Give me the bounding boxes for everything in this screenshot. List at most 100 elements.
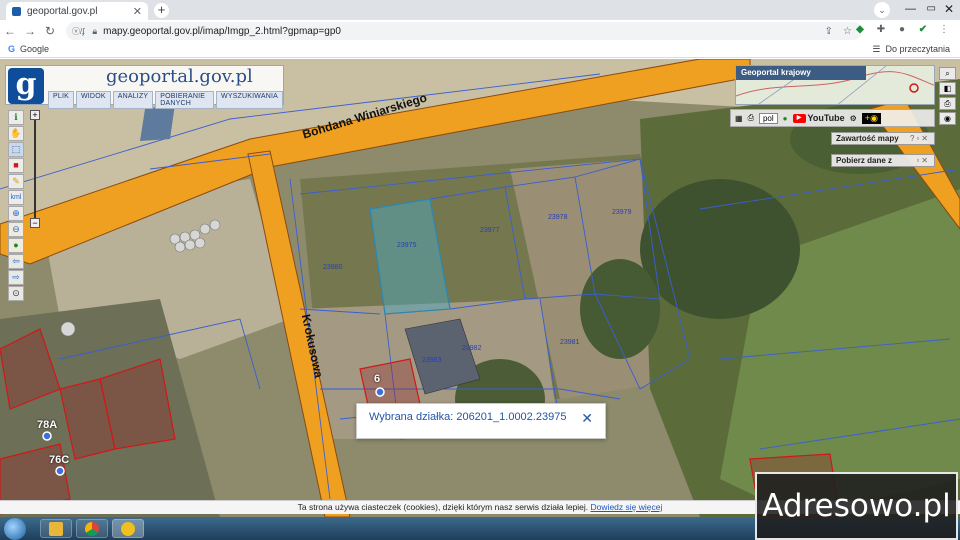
back-arrow-icon[interactable]: ← <box>0 24 20 38</box>
parcel-number: 23977 <box>480 227 500 234</box>
youtube-label: YouTube <box>807 113 845 123</box>
forward-arrow-icon[interactable]: → <box>20 24 40 38</box>
aerial-map-layer[interactable] <box>0 59 960 517</box>
parcel-number: 23982 <box>462 345 482 352</box>
extension-icons: ◆ ✚ ● ✔ ⋮ <box>854 24 950 35</box>
zoom-in-tool-icon[interactable]: ⊕ <box>8 206 24 221</box>
zoom-out-button[interactable]: − <box>30 218 40 228</box>
overview-map[interactable]: Geoportal krajowy <box>735 65 935 105</box>
browser-toolbar: ← → ↻ ⓥ/ʄ 🔒︎ mapy.geoportal.gov.pl/imap/… <box>0 20 960 42</box>
menu-item-download[interactable]: POBIERANIE DANYCH <box>155 91 215 109</box>
menu-item-analysis[interactable]: ANALIZY <box>112 91 154 109</box>
draw-tool-icon[interactable]: ✎ <box>8 174 24 189</box>
help-icon[interactable]: ● <box>783 114 788 123</box>
menu-kebab-icon[interactable]: ⋮ <box>938 24 950 35</box>
extensions-puzzle-icon[interactable]: ✚ <box>875 24 887 35</box>
reading-list-label: Do przeczytania <box>885 44 950 54</box>
google-logo-icon: G <box>8 44 16 54</box>
bookmark-star-icon[interactable]: ☆ <box>843 26 852 37</box>
globe-icon[interactable]: ● <box>8 238 24 253</box>
download-panel[interactable]: Pobierz dane z ▫✕ <box>831 154 935 167</box>
browser-tab[interactable]: geoportal.gov.pl ✕ <box>6 2 148 20</box>
menu-item-search[interactable]: WYSZUKIWANIA <box>216 91 283 109</box>
tab-close-icon[interactable]: ✕ <box>133 5 142 18</box>
share-icon[interactable]: ⇪ <box>825 26 833 37</box>
chrome-icon[interactable] <box>76 519 108 538</box>
map-tools: ℹ ✋ ⬚ ■ ✎ kml ⊕ ⊖ ● ⇦ ⇨ ⊙ <box>8 110 26 301</box>
url-text[interactable]: mapy.geoportal.gov.pl/imap/Imgp_2.html?g… <box>103 26 825 37</box>
site-favicon-icon <box>12 6 21 16</box>
start-button-icon[interactable] <box>4 518 26 540</box>
zoom-slider[interactable]: + − <box>30 110 40 228</box>
layers-icon[interactable]: ◧ <box>939 82 956 95</box>
download-label: Pobierz dane z <box>836 156 893 165</box>
info-tool-icon[interactable]: ℹ <box>8 110 24 125</box>
parcel-number: 23980 <box>323 264 343 271</box>
file-explorer-icon[interactable] <box>40 519 72 538</box>
parcel-number: 23978 <box>548 214 568 221</box>
overview-title: Geoportal krajowy <box>736 66 866 80</box>
site-info-chip-icon[interactable]: ⓥ/ʄ <box>72 26 84 37</box>
selected-parcel-text: Wybrana działka: 206201_1.0002.23975 <box>369 411 567 423</box>
map-contents-panel[interactable]: Zawartość mapy ?▫✕ <box>831 132 935 145</box>
accessibility-icon[interactable]: ⚙ <box>850 114 857 123</box>
full-extent-icon[interactable]: ⊙ <box>8 286 24 301</box>
main-menu: PLIK WIDOK ANALIZY POBIERANIE DANYCH WYS… <box>48 91 283 109</box>
watermark: Adresowo.pl <box>755 472 958 540</box>
printer-icon[interactable]: ⎙ <box>748 113 754 123</box>
geoportal-logo-icon[interactable]: g <box>8 68 44 104</box>
geoportal-header: g geoportal.gov.pl PLIK WIDOK ANALIZY PO… <box>5 65 284 109</box>
cookie-text: Ta strona używa ciasteczek (cookies), dz… <box>297 502 589 512</box>
shield-check-icon[interactable]: ✔ <box>917 24 929 35</box>
zoom-out-tool-icon[interactable]: ⊖ <box>8 222 24 237</box>
parcel-number: 23981 <box>560 339 580 346</box>
reading-list-icon: ☰ <box>872 44 881 54</box>
extension-green-icon[interactable]: ◆ <box>854 24 866 35</box>
selected-parcel-popup: Wybrana działka: 206201_1.0002.23975 ✕ <box>356 403 606 439</box>
window-close-icon[interactable]: ✕ <box>944 2 954 16</box>
next-view-icon[interactable]: ⇨ <box>8 270 24 285</box>
high-contrast-icon[interactable]: +◉ <box>861 112 881 124</box>
bookmark-google-label: Google <box>20 44 50 54</box>
print-icon[interactable]: ⎙ <box>939 97 956 110</box>
parcel-number: 23979 <box>612 209 632 216</box>
language-select[interactable]: pol <box>758 112 778 124</box>
map-contents-label: Zawartość mapy <box>836 134 899 143</box>
right-toolbar: ▦ ⎙ pol ● ▶ YouTube ⚙ +◉ <box>730 109 935 127</box>
address-number-c: 76C <box>49 454 70 466</box>
menu-item-file[interactable]: PLIK <box>48 91 74 109</box>
bookmark-google[interactable]: G Google <box>8 44 49 54</box>
youtube-play-icon: ▶ <box>792 113 806 123</box>
parcel-number: 23975 <box>397 242 417 249</box>
select-tool-icon[interactable]: ⬚ <box>8 142 24 157</box>
browser-tab-bar: geoportal.gov.pl ✕ + ⌄ — ▭ ✕ <box>0 0 960 20</box>
cookie-learn-more-link[interactable]: Dowiedz się więcej <box>591 502 663 512</box>
new-tab-button[interactable]: + <box>154 3 169 18</box>
maximize-icon[interactable]: ▭ <box>927 3 936 14</box>
zoom-in-button[interactable]: + <box>30 110 40 120</box>
profile-avatar-icon[interactable]: ● <box>896 24 908 35</box>
hand-pan-icon[interactable]: ✋ <box>8 126 24 141</box>
search-icon[interactable]: ⌕ <box>939 67 956 80</box>
map-viewport[interactable]: Bohdana Winiarskiego Krokusowa 6 78A 76C… <box>0 59 960 517</box>
tab-title: geoportal.gov.pl <box>27 5 98 17</box>
previous-view-icon[interactable]: ⇦ <box>8 254 24 269</box>
address-bar[interactable]: ⓥ/ʄ 🔒︎ mapy.geoportal.gov.pl/imap/Imgp_2… <box>66 22 862 40</box>
reading-list[interactable]: ☰ Do przeczytania <box>872 44 950 55</box>
reload-icon[interactable]: ↻ <box>40 24 60 38</box>
youtube-link[interactable]: ▶ YouTube <box>792 113 845 123</box>
minimize-icon[interactable]: — <box>905 3 916 15</box>
mark-tool-icon[interactable]: ■ <box>8 158 24 173</box>
tab-search-icon[interactable]: ⌄ <box>874 2 890 18</box>
bookmarks-bar: G Google ☰ Do przeczytania <box>0 42 960 58</box>
active-app-icon[interactable] <box>112 519 144 538</box>
kml-icon[interactable]: kml <box>8 190 24 205</box>
menu-item-view[interactable]: WIDOK <box>75 91 111 109</box>
panel-controls-icon[interactable]: ?▫✕ <box>910 134 930 143</box>
popup-close-icon[interactable]: ✕ <box>581 411 593 431</box>
eye-icon[interactable]: ◉ <box>939 112 956 125</box>
table-icon[interactable]: ▦ <box>735 114 743 123</box>
lock-icon[interactable]: 🔒︎ <box>92 26 97 37</box>
panel-controls-icon[interactable]: ▫✕ <box>916 156 930 165</box>
overview-controls: ⌕ ◧ ⎙ ◉ <box>939 67 956 125</box>
